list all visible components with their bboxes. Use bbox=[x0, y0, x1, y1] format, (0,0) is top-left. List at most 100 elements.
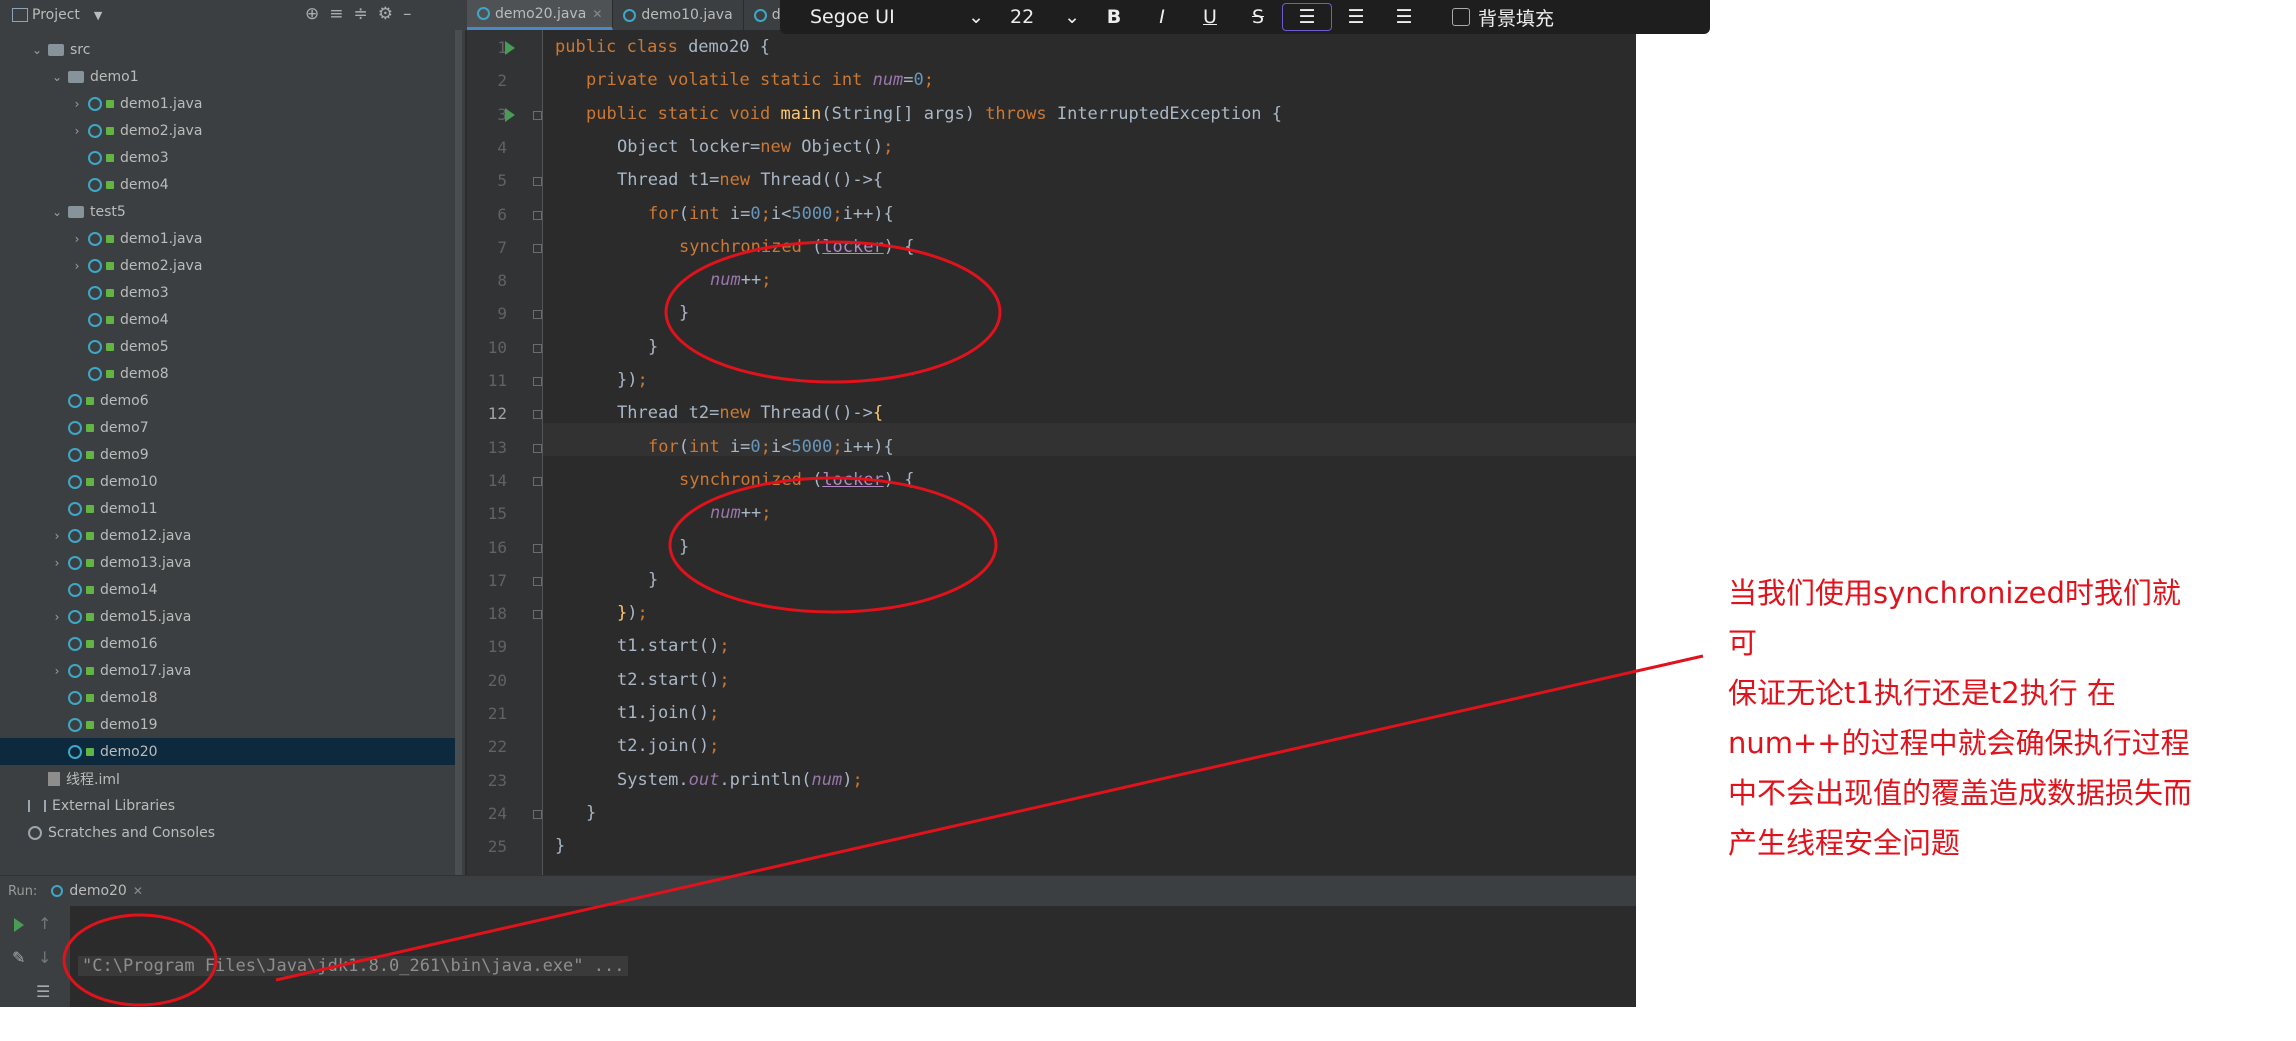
tree-item[interactable]: › demo17.java bbox=[0, 657, 462, 684]
fold-marker-icon[interactable] bbox=[533, 543, 542, 553]
tree-item[interactable]: demo9 bbox=[0, 441, 462, 468]
tree-item[interactable]: ⌄ src bbox=[0, 36, 462, 63]
code-line[interactable]: t1.join(); bbox=[617, 703, 719, 723]
code-line[interactable]: for(int i=0;i<5000;i++){ bbox=[648, 204, 894, 224]
editor-tab[interactable]: demo20.java ✕ bbox=[467, 0, 614, 30]
code-line[interactable]: } bbox=[648, 570, 658, 590]
locate-icon[interactable]: ⊕ bbox=[305, 4, 319, 24]
arrow-down-icon[interactable]: ↓ bbox=[38, 948, 51, 967]
tree-item[interactable]: demo6 bbox=[0, 387, 462, 414]
chevron-right-icon[interactable]: › bbox=[50, 610, 64, 624]
tree-item[interactable]: demo3 bbox=[0, 144, 462, 171]
tree-item[interactable]: › demo15.java bbox=[0, 603, 462, 630]
close-icon[interactable]: ✕ bbox=[592, 7, 602, 21]
chevron-down-icon[interactable]: ⌄ bbox=[50, 205, 64, 219]
tree-item[interactable]: demo4 bbox=[0, 171, 462, 198]
code-line[interactable]: t2.start(); bbox=[617, 670, 730, 690]
tree-item[interactable]: demo14 bbox=[0, 576, 462, 603]
tree-item[interactable]: › demo2.java bbox=[0, 252, 462, 279]
soft-wrap-icon[interactable]: ☰ bbox=[36, 982, 50, 1001]
tree-item[interactable]: ⌄ test5 bbox=[0, 198, 462, 225]
rerun-icon[interactable] bbox=[14, 918, 24, 932]
code-line[interactable]: num++; bbox=[710, 270, 771, 290]
tree-item[interactable]: Scratches and Consoles bbox=[0, 819, 462, 846]
code-line[interactable]: Object locker=new Object(); bbox=[617, 137, 893, 157]
chevron-right-icon[interactable]: › bbox=[50, 664, 64, 678]
code-line[interactable]: public class demo20 { bbox=[555, 37, 770, 57]
tree-item[interactable]: demo18 bbox=[0, 684, 462, 711]
arrow-up-icon[interactable]: ↑ bbox=[38, 914, 51, 933]
tree-item[interactable]: › demo2.java bbox=[0, 117, 462, 144]
fold-marker-icon[interactable] bbox=[533, 476, 542, 486]
code-line[interactable]: } bbox=[586, 803, 596, 823]
code-line[interactable]: Thread t1=new Thread(()->{ bbox=[617, 170, 883, 190]
gear-icon[interactable]: ⚙ bbox=[378, 4, 393, 24]
tree-item[interactable]: demo11 bbox=[0, 495, 462, 522]
underline-button[interactable]: U bbox=[1186, 6, 1234, 28]
align-left-icon[interactable]: ☰ bbox=[1282, 3, 1332, 31]
chevron-down-icon[interactable]: ⌄ bbox=[30, 43, 44, 57]
align-center-icon[interactable]: ☰ bbox=[1332, 6, 1380, 28]
tree-item[interactable]: ⌄ demo1 bbox=[0, 63, 462, 90]
fill-checkbox[interactable] bbox=[1452, 8, 1470, 26]
tree-item[interactable]: demo4 bbox=[0, 306, 462, 333]
code-editor[interactable]: 1 2 3 4 5 6 7 8 9 10 11 12 13 14 15 16 17 18 19 20 21 22 23 24 2… bbox=[467, 30, 1636, 875]
collapse-all-icon[interactable]: ≑ bbox=[354, 4, 368, 24]
code-line[interactable]: }); bbox=[617, 603, 648, 623]
tree-item[interactable]: demo16 bbox=[0, 630, 462, 657]
tree-item[interactable]: demo8 bbox=[0, 360, 462, 387]
tree-item[interactable]: demo19 bbox=[0, 711, 462, 738]
code-line[interactable]: t2.join(); bbox=[617, 736, 719, 756]
wrench-icon[interactable]: ✎ bbox=[12, 948, 25, 967]
fold-marker-icon[interactable] bbox=[533, 410, 542, 420]
code-line[interactable]: } bbox=[648, 337, 658, 357]
fold-marker-icon[interactable] bbox=[533, 243, 542, 253]
tree-item[interactable]: › demo13.java bbox=[0, 549, 462, 576]
code-line[interactable]: synchronized (locker) { bbox=[679, 470, 914, 490]
fold-marker-icon[interactable] bbox=[533, 310, 542, 320]
tree-item[interactable]: demo20 bbox=[0, 738, 462, 765]
run-gutter-icon[interactable] bbox=[505, 41, 515, 55]
fold-marker-icon[interactable] bbox=[533, 377, 542, 386]
font-select[interactable]: Segoe UI ⌄ bbox=[780, 6, 1000, 28]
tree-item[interactable]: demo7 bbox=[0, 414, 462, 441]
chevron-right-icon[interactable]: › bbox=[50, 556, 64, 570]
code-line[interactable]: synchronized (locker) { bbox=[679, 237, 914, 257]
tree-item[interactable]: External Libraries bbox=[0, 792, 462, 819]
fold-marker-icon[interactable] bbox=[533, 210, 542, 220]
tree-item[interactable]: 线程.iml bbox=[0, 765, 462, 792]
tree-item[interactable]: › demo1.java bbox=[0, 90, 462, 117]
fold-marker-icon[interactable] bbox=[533, 343, 542, 353]
code-line[interactable]: System.out.println(num); bbox=[617, 770, 863, 790]
minimize-icon[interactable]: – bbox=[403, 4, 412, 24]
editor-tab[interactable]: demo10.java bbox=[613, 0, 744, 30]
chevron-right-icon[interactable]: › bbox=[70, 97, 84, 111]
tree-item[interactable]: demo5 bbox=[0, 333, 462, 360]
code-line[interactable]: num++; bbox=[710, 503, 771, 523]
align-right-icon[interactable]: ☰ bbox=[1380, 6, 1428, 28]
code-line[interactable]: private volatile static int num=0; bbox=[586, 70, 934, 90]
italic-button[interactable]: I bbox=[1138, 6, 1186, 28]
chevron-right-icon[interactable]: › bbox=[70, 259, 84, 273]
tree-item[interactable]: › demo1.java bbox=[0, 225, 462, 252]
tree-item[interactable]: › demo12.java bbox=[0, 522, 462, 549]
chevron-right-icon[interactable]: › bbox=[70, 232, 84, 246]
tree-item[interactable]: demo10 bbox=[0, 468, 462, 495]
run-gutter-icon[interactable] bbox=[505, 107, 515, 122]
code-line[interactable]: t1.start(); bbox=[617, 636, 730, 656]
code-line[interactable]: for(int i=0;i<5000;i++){ bbox=[648, 437, 894, 457]
code-line[interactable]: } bbox=[679, 303, 689, 323]
code-line[interactable]: } bbox=[679, 537, 689, 557]
fold-marker-icon[interactable] bbox=[533, 576, 542, 586]
close-icon[interactable]: ✕ bbox=[133, 884, 143, 898]
bold-button[interactable]: B bbox=[1090, 6, 1138, 28]
chevron-down-icon[interactable]: ⌄ bbox=[50, 70, 64, 84]
strikethrough-button[interactable]: S bbox=[1234, 6, 1282, 28]
tree-scrollbar[interactable] bbox=[455, 30, 462, 875]
code-line[interactable]: } bbox=[555, 836, 565, 856]
run-tab-demo20[interactable]: demo20 bbox=[69, 883, 127, 899]
fold-marker-icon[interactable] bbox=[533, 610, 542, 620]
fold-marker-icon[interactable] bbox=[533, 110, 542, 120]
chevron-right-icon[interactable]: › bbox=[50, 529, 64, 543]
font-size-select[interactable]: 22 ⌄ bbox=[1000, 6, 1090, 28]
